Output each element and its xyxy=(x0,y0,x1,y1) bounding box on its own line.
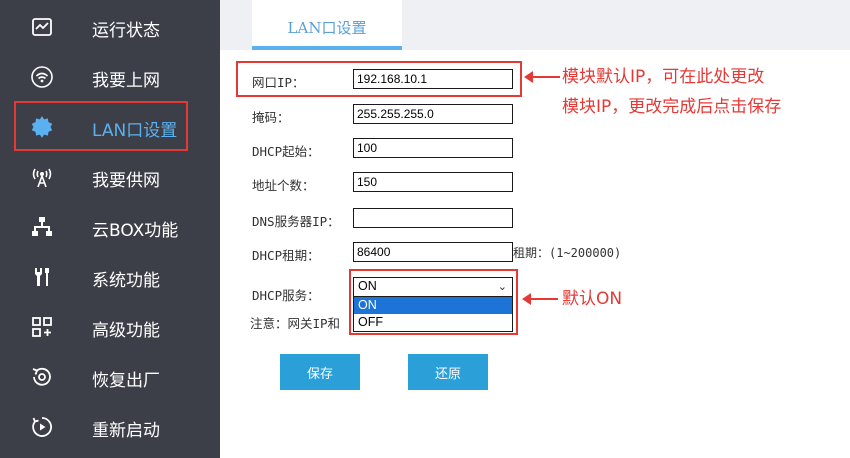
dhcp-start-label: DHCP起始： xyxy=(252,144,320,159)
annotation-highlight-box xyxy=(14,101,188,151)
dhcp-service-label: DHCP服务： xyxy=(252,288,320,303)
address-count-input[interactable]: 150 xyxy=(353,172,513,192)
grid-plus-icon xyxy=(30,315,54,339)
sidebar-item-status[interactable]: 运行状态 xyxy=(0,2,220,52)
tab-active-indicator xyxy=(252,46,402,50)
annotation-dhcp-text: 默认ON xyxy=(562,289,623,309)
annotation-arrow xyxy=(522,293,558,305)
mask-input[interactable]: 255.255.255.0 xyxy=(353,104,513,124)
mask-label: 掩码： xyxy=(252,110,290,125)
annotation-ip-text-2: 模块IP，更改完成后点击保存 xyxy=(562,97,782,117)
annotation-dhcp-box xyxy=(349,269,518,335)
sidebar-item-factory-reset[interactable]: 恢复出厂 xyxy=(0,352,220,402)
dns-input[interactable] xyxy=(353,208,513,228)
lease-range-hint: 租期：(1~200000) xyxy=(513,246,622,260)
sidebar-item-cloudbox[interactable]: 云BOX功能 xyxy=(0,202,220,252)
sidebar: 运行状态 我要上网 LAN口设置 我要供网 云BOX功能 系统功能 高级功能 恢… xyxy=(0,0,220,458)
wifi-icon xyxy=(30,65,54,89)
sidebar-item-reboot[interactable]: 重新启动 xyxy=(0,402,220,452)
sidebar-item-label: 云BOX功能 xyxy=(92,221,179,241)
annotation-ip-box xyxy=(236,61,522,97)
dhcp-lease-input[interactable]: 86400 xyxy=(353,242,513,262)
dhcp-lease-label: DHCP租期： xyxy=(252,248,320,263)
sidebar-item-label: 高级功能 xyxy=(92,321,160,341)
sidebar-item-label: 恢复出厂 xyxy=(92,371,160,391)
restore-icon xyxy=(30,365,54,389)
tab-bar: LAN口设置 xyxy=(220,0,850,50)
network-tree-icon xyxy=(30,215,54,239)
note-text: 注意：网关IP和 xyxy=(250,316,341,331)
sidebar-item-provide[interactable]: 我要供网 xyxy=(0,152,220,202)
restore-button[interactable]: 还原 xyxy=(408,354,488,390)
save-button[interactable]: 保存 xyxy=(280,354,360,390)
dns-label: DNS服务器IP： xyxy=(252,214,340,229)
sidebar-item-internet[interactable]: 我要上网 xyxy=(0,52,220,102)
sidebar-item-advanced[interactable]: 高级功能 xyxy=(0,302,220,352)
sidebar-item-label: 我要供网 xyxy=(92,171,160,191)
annotation-ip-text-1: 模块默认IP，可在此处更改 xyxy=(562,67,765,87)
broadcast-antenna-icon xyxy=(30,165,54,189)
monitor-chart-icon xyxy=(30,15,54,39)
sidebar-item-label: 我要上网 xyxy=(92,71,160,91)
address-count-label: 地址个数： xyxy=(252,178,315,193)
tools-icon xyxy=(30,265,54,289)
sidebar-item-system[interactable]: 系统功能 xyxy=(0,252,220,302)
annotation-arrow xyxy=(524,71,560,83)
sidebar-item-label: 重新启动 xyxy=(92,421,160,441)
sidebar-item-label: 系统功能 xyxy=(92,271,160,291)
tab-lan-settings[interactable]: LAN口设置 xyxy=(252,0,402,50)
sidebar-item-label: 运行状态 xyxy=(92,21,160,41)
restart-icon xyxy=(30,415,54,439)
dhcp-start-input[interactable]: 100 xyxy=(353,138,513,158)
